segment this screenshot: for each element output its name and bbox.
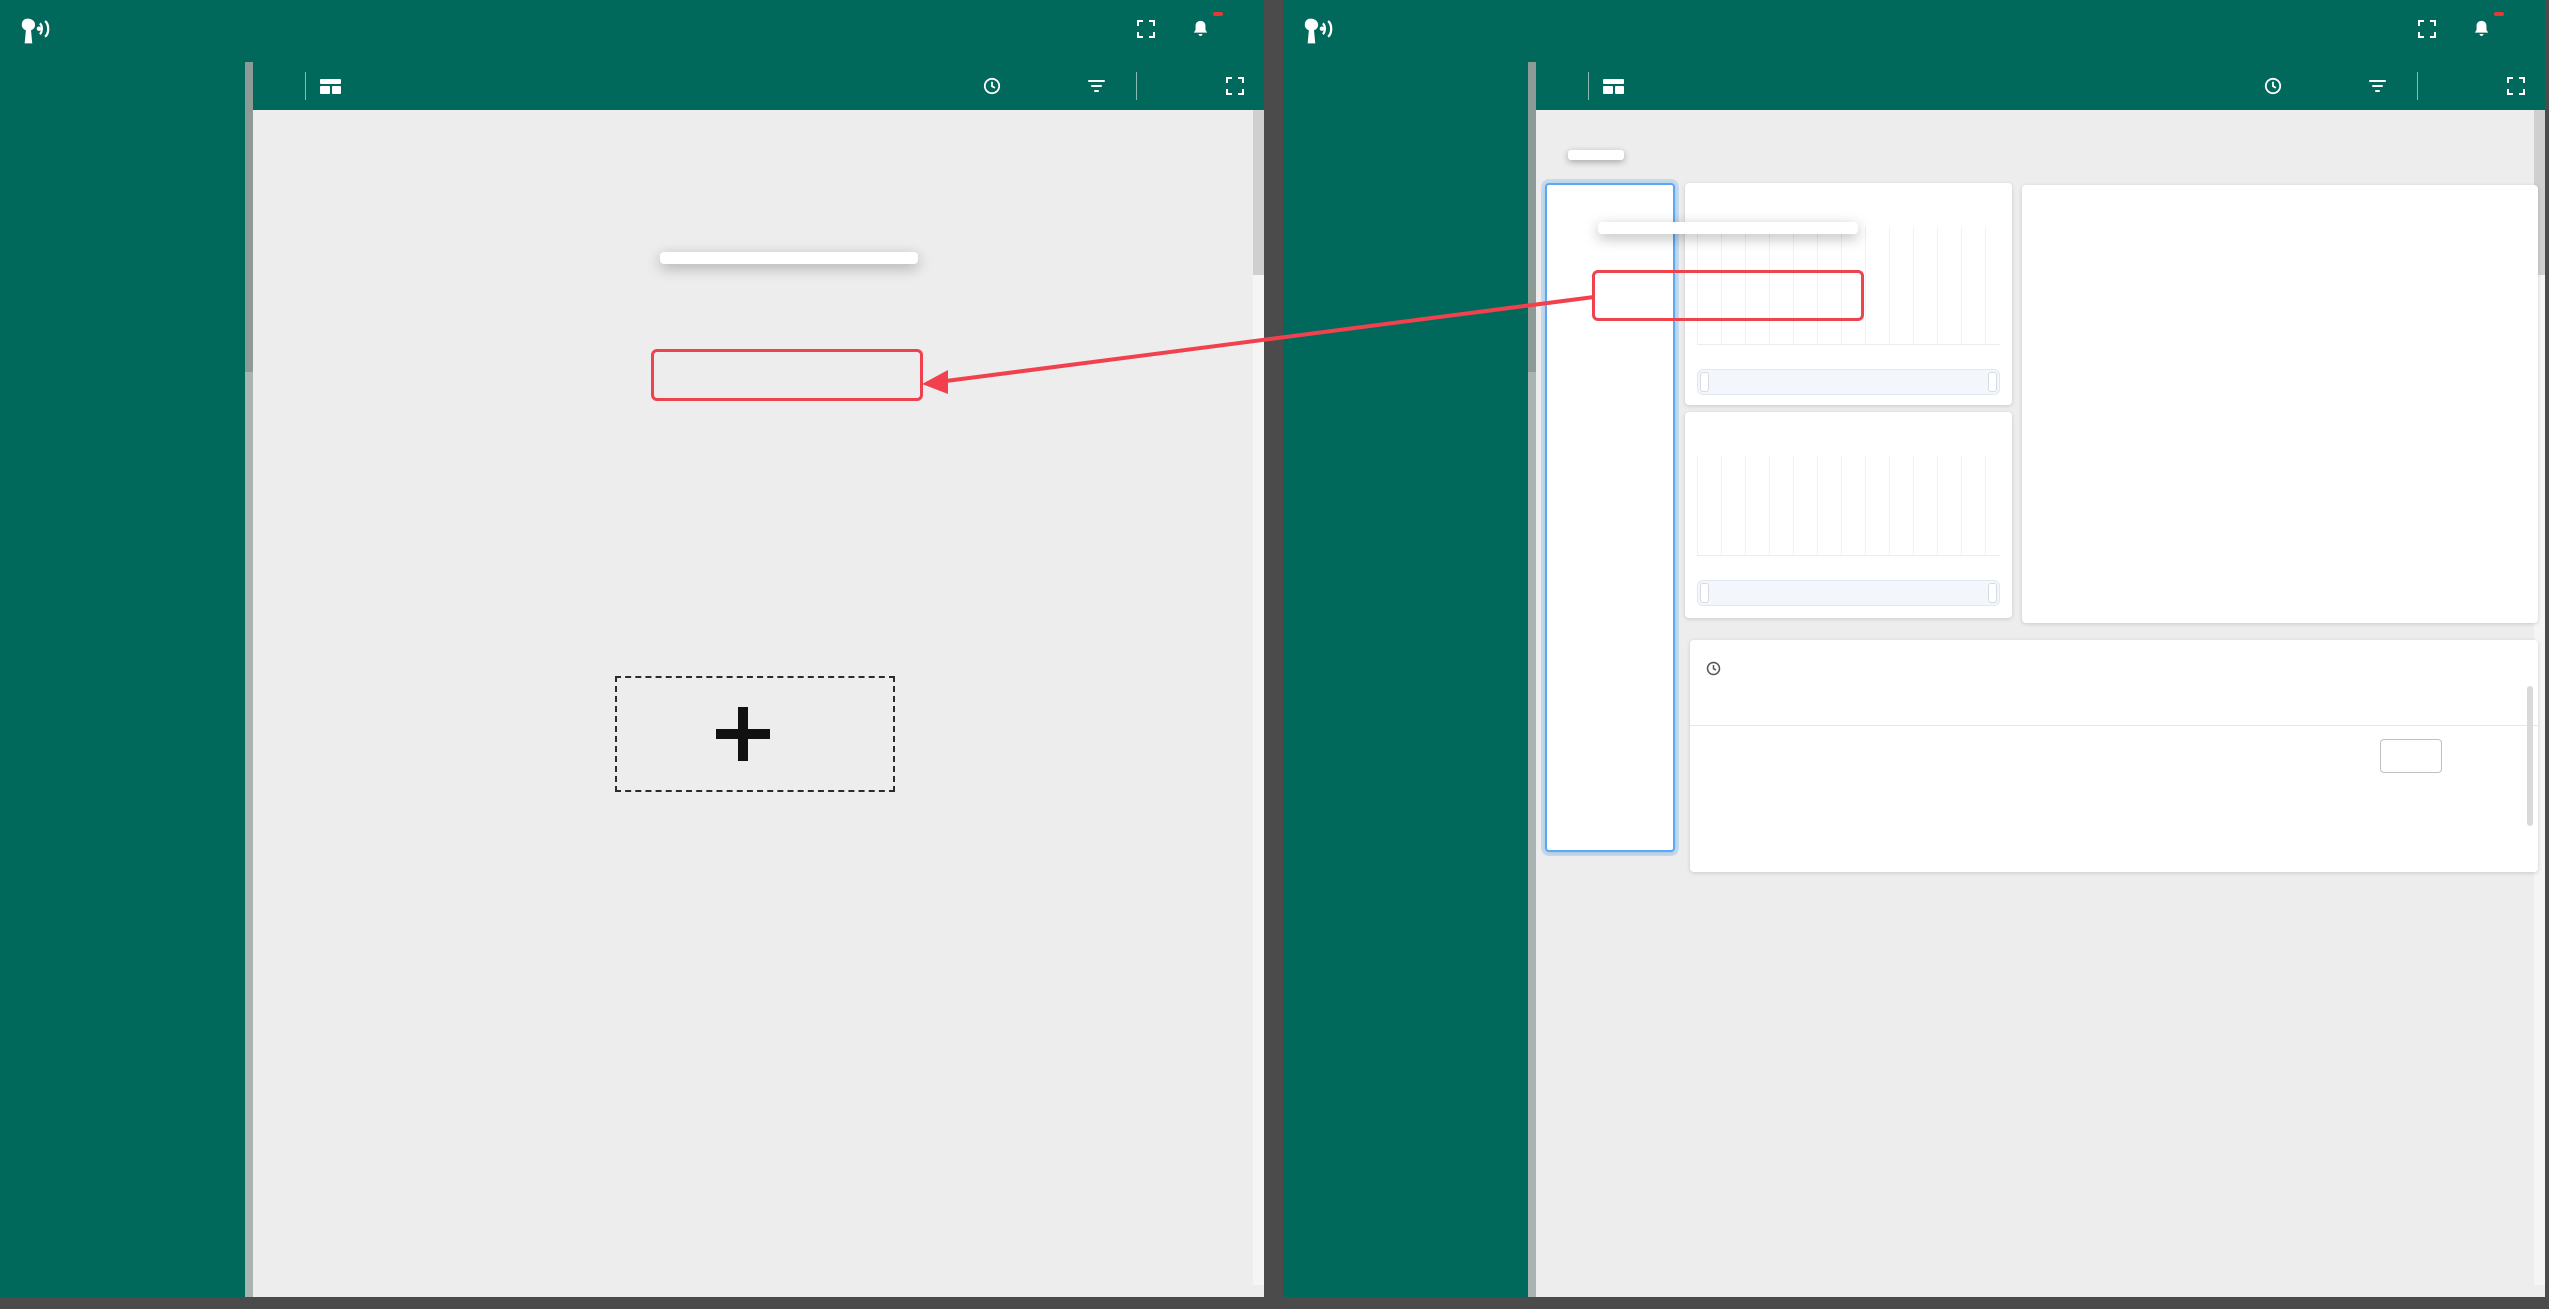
alarms-table-header: [1690, 684, 2538, 726]
clock-icon: [1706, 661, 1721, 676]
top-header: [1283, 0, 2545, 62]
notification-badge: [2494, 12, 2504, 16]
timeseries-chart-widget-2[interactable]: [1685, 412, 2012, 618]
thingseye-logo[interactable]: [18, 16, 62, 46]
sidebar-scrollbar[interactable]: [1528, 62, 1536, 1297]
widget-action-toolbar: [1568, 150, 1624, 160]
divider: [2417, 72, 2418, 100]
logo-mark: [1301, 16, 1339, 46]
sidebar: [0, 62, 245, 1297]
sidebar: [1283, 62, 1528, 1297]
timewindow-clock-icon[interactable]: [2264, 77, 2282, 95]
notification-badge: [1213, 12, 1223, 16]
timewindow-label: [1685, 183, 2012, 195]
name-column-header[interactable]: [1547, 197, 1673, 219]
filter-icon[interactable]: [1088, 80, 1105, 92]
logo-mark: [18, 16, 56, 46]
manage-layouts-icon[interactable]: [320, 79, 341, 94]
thingseye-logo[interactable]: [1301, 16, 1345, 46]
alarms-widget[interactable]: [1690, 640, 2538, 872]
top-header: [0, 0, 1264, 62]
widget-title: [1690, 640, 2538, 652]
timeseries-chart-widget-1[interactable]: [1685, 183, 2012, 405]
timewindow-label: [1685, 412, 2012, 424]
fullscreen-icon[interactable]: [1137, 20, 1155, 43]
chart-range-slider[interactable]: [1697, 369, 2000, 395]
entities-widget[interactable]: [1545, 183, 1675, 852]
window-dashboard-set-alarm: [1283, 0, 2545, 1297]
threshold-setting-widget[interactable]: [2022, 185, 2538, 623]
chart-range-slider[interactable]: [1697, 580, 2000, 606]
dashboard-context-menu: [660, 252, 918, 264]
exit-fullscreen-icon[interactable]: [1226, 77, 1244, 95]
widget-title: [1547, 185, 1673, 197]
divider: [305, 72, 306, 100]
timewindow-clock-icon[interactable]: [983, 77, 1001, 95]
chart-grid: [1697, 227, 2000, 345]
content-scrollbar[interactable]: [1253, 110, 1264, 1285]
content-scrollbar-thumb[interactable]: [1253, 110, 1264, 275]
table-scrollbar-thumb[interactable]: [2527, 686, 2533, 826]
window-dashboard-123: [0, 0, 1264, 1297]
manage-layouts-icon[interactable]: [1603, 79, 1624, 94]
filter-icon[interactable]: [2369, 80, 2386, 92]
divider: [1136, 72, 1137, 100]
notifications-bell-icon[interactable]: [1191, 19, 1210, 44]
sidebar-scrollbar[interactable]: [245, 62, 253, 1297]
add-new-widget-button[interactable]: [615, 676, 895, 792]
dashboard-toolbar: [1536, 62, 2545, 110]
fullscreen-icon[interactable]: [2418, 20, 2436, 43]
divider: [1588, 72, 1589, 100]
alarms-timewindow[interactable]: [1690, 652, 2538, 676]
plus-icon: [716, 707, 770, 761]
chart-grid: [1697, 456, 2000, 556]
exit-fullscreen-icon[interactable]: [2507, 77, 2525, 95]
widget-context-menu: [1598, 222, 1858, 234]
widget-title: [2022, 185, 2538, 199]
page-size-select[interactable]: [2380, 739, 2442, 773]
alarms-pagination: [1690, 726, 2538, 773]
notifications-bell-icon[interactable]: [2472, 19, 2491, 44]
dashboard-toolbar: [253, 62, 1264, 110]
